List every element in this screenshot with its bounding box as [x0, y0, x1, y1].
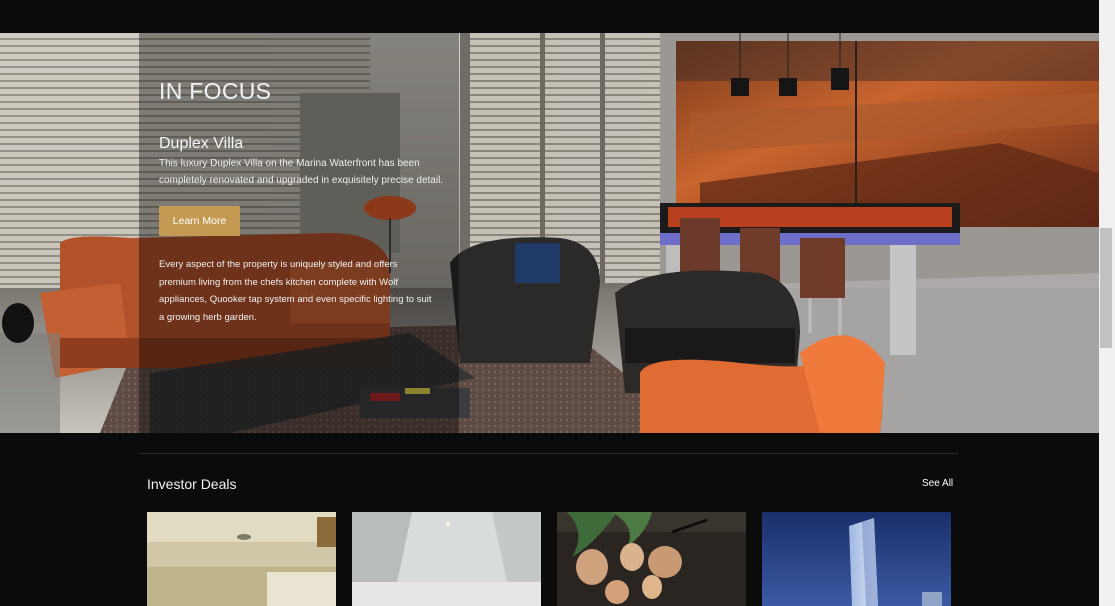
deal-card-image	[762, 512, 951, 606]
page-scrollbar[interactable]	[1099, 0, 1115, 606]
see-all-link[interactable]: See All	[922, 478, 953, 489]
deal-card[interactable]	[557, 512, 746, 606]
deal-card[interactable]	[352, 512, 541, 606]
deal-card-image	[147, 512, 336, 606]
deal-card-image	[557, 512, 746, 606]
deal-card-image	[352, 512, 541, 606]
section-divider	[139, 453, 958, 454]
deal-card[interactable]	[147, 512, 336, 606]
property-title: Duplex Villa	[159, 135, 244, 152]
page: IN FOCUS Duplex Villa This luxury Duplex…	[0, 0, 1115, 606]
in-focus-hero: IN FOCUS Duplex Villa This luxury Duplex…	[0, 33, 1099, 433]
learn-more-button[interactable]: Learn More	[159, 206, 240, 236]
property-description: This luxury Duplex Villa on the Marina W…	[159, 158, 444, 186]
deal-card[interactable]	[762, 512, 951, 606]
section-heading: IN FOCUS	[159, 78, 272, 104]
scrollbar-thumb[interactable]	[1100, 228, 1112, 348]
investor-deals-title: Investor Deals	[147, 476, 237, 492]
property-detail-text: Every aspect of the property is uniquely…	[159, 259, 432, 323]
